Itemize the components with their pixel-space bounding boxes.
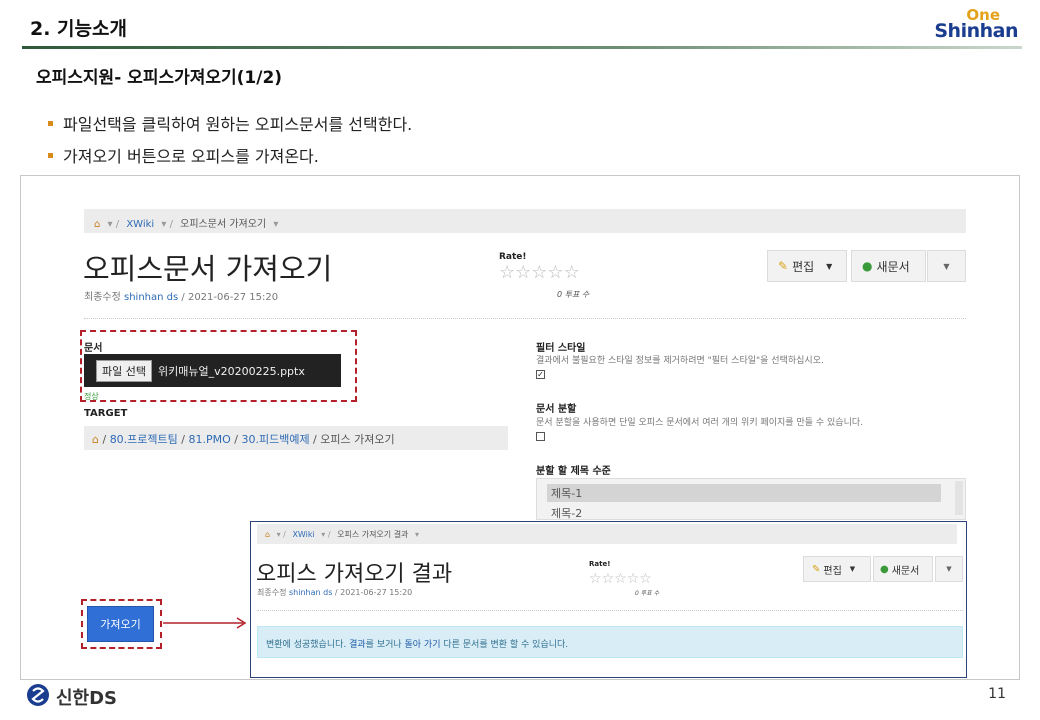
divider bbox=[84, 318, 966, 319]
target-path-item[interactable]: 81.PMO bbox=[188, 433, 230, 446]
split-document-checkbox[interactable] bbox=[536, 432, 545, 441]
heading-option[interactable]: 제목-1 bbox=[547, 484, 941, 502]
section-title: 오피스지원- 오피스가져오기(1/2) bbox=[36, 68, 283, 88]
file-input[interactable]: 파일 선택 위키매뉴얼_v20200225.pptx bbox=[84, 354, 341, 387]
selected-file-name: 위키매뉴얼_v20200225.pptx bbox=[157, 364, 305, 378]
filter-style-label: 필터 스타일 bbox=[536, 343, 586, 354]
heading-option[interactable]: 제목-2 bbox=[547, 504, 941, 522]
meta-date: / 2021-06-27 15:20 bbox=[181, 292, 279, 303]
result-breadcrumb-current-page[interactable]: 오피스 가져오기 결과 bbox=[337, 530, 408, 539]
new-document-label: 새문서 bbox=[891, 565, 920, 577]
star-icon[interactable]: ☆ bbox=[614, 571, 627, 587]
plus-circle-icon: ● bbox=[880, 563, 889, 575]
meta-prefix: 최종수정 bbox=[84, 292, 121, 303]
meta-user-link[interactable]: shinhan ds bbox=[289, 588, 332, 597]
meta-user-link[interactable]: shinhan ds bbox=[124, 292, 178, 303]
result-link[interactable]: 결과 bbox=[349, 640, 366, 650]
home-icon[interactable]: ⌂ bbox=[92, 433, 99, 446]
page-title: 오피스문서 가져오기 bbox=[83, 252, 333, 286]
bullet-square-icon bbox=[48, 121, 53, 126]
result-rating-count: 0 투표 수 bbox=[635, 590, 660, 597]
heading-level-select[interactable]: 제목-1 제목-2 bbox=[536, 478, 966, 520]
star-icon[interactable]: ☆ bbox=[547, 262, 563, 283]
chevron-down-icon[interactable]: ▼ bbox=[850, 565, 855, 573]
rating-stars[interactable]: ☆☆☆☆☆ bbox=[499, 262, 580, 283]
result-breadcrumb-xwiki-link[interactable]: XWiki bbox=[292, 530, 314, 539]
divider bbox=[257, 610, 963, 611]
pencil-icon: ✎ bbox=[812, 563, 821, 575]
filter-style-checkbox[interactable]: ✓ bbox=[536, 370, 545, 379]
page-meta: 최종수정 shinhan ds / 2021-06-27 15:20 bbox=[84, 288, 278, 303]
meta-date: / 2021-06-27 15:20 bbox=[334, 588, 413, 597]
success-message-prefix: 변환에 성공했습니다. bbox=[266, 640, 350, 650]
breadcrumb: ⌂ ▾ / XWiki ▾ / 오피스문서 가져오기 ▾ bbox=[84, 209, 966, 233]
star-icon[interactable]: ☆ bbox=[531, 262, 547, 283]
bullet-text: 가져오기 버튼으로 오피스를 가져온다. bbox=[63, 147, 319, 166]
star-icon[interactable]: ☆ bbox=[627, 571, 640, 587]
rating-count: 0 투표 수 bbox=[557, 290, 590, 299]
more-actions-button[interactable]: ▼ bbox=[927, 250, 966, 282]
shinhan-logo-icon bbox=[27, 684, 49, 706]
target-breadcrumb: ⌂ / 80.프로젝트팀 / 81.PMO / 30.피드백예제 / 오피스 가… bbox=[84, 426, 508, 450]
footer-logo-text: 신한DS bbox=[56, 688, 118, 709]
result-new-document-button[interactable]: ● 새문서 bbox=[873, 556, 933, 582]
bullet-square-icon bbox=[48, 153, 53, 158]
scrollbar[interactable] bbox=[955, 481, 963, 515]
logo-shinhan-text: Shinhan bbox=[934, 20, 1018, 42]
star-icon[interactable]: ☆ bbox=[639, 571, 652, 587]
edit-button-label: 편집 bbox=[792, 259, 815, 274]
success-message-mid: 를 보거나 bbox=[365, 640, 405, 650]
result-rating-stars[interactable]: ☆☆☆☆☆ bbox=[589, 568, 652, 587]
go-back-link[interactable]: 돌아 가기 bbox=[405, 640, 441, 650]
filter-style-hint: 결과에서 불필요한 스타일 정보를 제거하려면 "필터 스타일"을 선택하십시오… bbox=[536, 356, 824, 366]
star-icon[interactable]: ☆ bbox=[602, 571, 615, 587]
success-message-suffix: 다른 문서를 변환 할 수 있습니다. bbox=[440, 640, 569, 650]
star-icon[interactable]: ☆ bbox=[515, 262, 531, 283]
result-page-meta: 최종수정 shinhan ds / 2021-06-27 15:20 bbox=[257, 587, 412, 598]
plus-circle-icon: ● bbox=[862, 259, 873, 273]
new-document-button[interactable]: ● 새문서 bbox=[851, 250, 926, 282]
import-button[interactable]: 가져오기 bbox=[87, 606, 154, 642]
split-document-label: 문서 분할 bbox=[536, 404, 577, 415]
success-message: 변환에 성공했습니다. 결과를 보거나 돌아 가기 다른 문서를 변환 할 수 … bbox=[257, 626, 963, 658]
home-icon[interactable]: ⌂ bbox=[265, 530, 270, 539]
status-text: 정상 bbox=[84, 392, 99, 401]
result-screenshot-panel: ⌂ ▾ / XWiki ▾ / 오피스 가져오기 결과 ▾ 오피스 가져오기 결… bbox=[250, 521, 967, 678]
home-icon[interactable]: ⌂ bbox=[94, 219, 100, 230]
pencil-icon: ✎ bbox=[778, 259, 789, 273]
new-document-label: 새문서 bbox=[876, 259, 910, 274]
breadcrumb-xwiki-link[interactable]: XWiki bbox=[126, 219, 154, 230]
split-document-hint: 문서 분할을 사용하면 단일 오피스 문서에서 여러 개의 위키 페이지를 만들… bbox=[536, 418, 863, 428]
target-path-item[interactable]: 80.프로젝트팀 bbox=[110, 433, 178, 446]
star-icon[interactable]: ☆ bbox=[499, 262, 515, 283]
meta-prefix: 최종수정 bbox=[257, 588, 287, 597]
target-label: TARGET bbox=[84, 408, 128, 419]
bullet-item: 파일선택을 클릭하여 원하는 오피스문서를 선택한다. bbox=[48, 111, 412, 135]
bullet-text: 파일선택을 클릭하여 원하는 오피스문서를 선택한다. bbox=[63, 115, 413, 134]
bullet-item: 가져오기 버튼으로 오피스를 가져온다. bbox=[48, 143, 319, 167]
edit-button[interactable]: ✎ 편집 ▼ bbox=[767, 250, 847, 282]
rating-label: Rate! bbox=[499, 252, 527, 262]
result-breadcrumb: ⌂ ▾ / XWiki ▾ / 오피스 가져오기 결과 ▾ bbox=[257, 524, 957, 544]
page-number: 11 bbox=[988, 686, 1006, 702]
chevron-down-icon: ▼ bbox=[943, 261, 950, 271]
target-path-item[interactable]: 30.피드백예제 bbox=[241, 433, 309, 446]
heading-level-label: 분할 할 제목 수준 bbox=[536, 466, 611, 477]
result-rating-label: Rate! bbox=[589, 560, 611, 568]
target-path-current: 오피스 가져오기 bbox=[320, 433, 395, 446]
result-edit-button[interactable]: ✎ 편집 ▼ bbox=[803, 556, 871, 582]
breadcrumb-current-page[interactable]: 오피스문서 가져오기 bbox=[180, 219, 266, 230]
star-icon[interactable]: ☆ bbox=[564, 262, 580, 283]
chevron-down-icon[interactable]: ▼ bbox=[826, 262, 832, 271]
chevron-down-icon: ▼ bbox=[946, 565, 952, 573]
arrow-connector bbox=[163, 617, 247, 629]
edit-button-label: 편집 bbox=[823, 565, 842, 577]
star-icon[interactable]: ☆ bbox=[589, 571, 602, 587]
document-label: 문서 bbox=[84, 343, 103, 354]
result-page-title: 오피스 가져오기 결과 bbox=[256, 562, 453, 587]
result-more-actions-button[interactable]: ▼ bbox=[935, 556, 963, 582]
slide-title: 2. 기능소개 bbox=[30, 18, 127, 40]
title-rule bbox=[22, 46, 1022, 49]
file-select-button[interactable]: 파일 선택 bbox=[96, 359, 152, 382]
